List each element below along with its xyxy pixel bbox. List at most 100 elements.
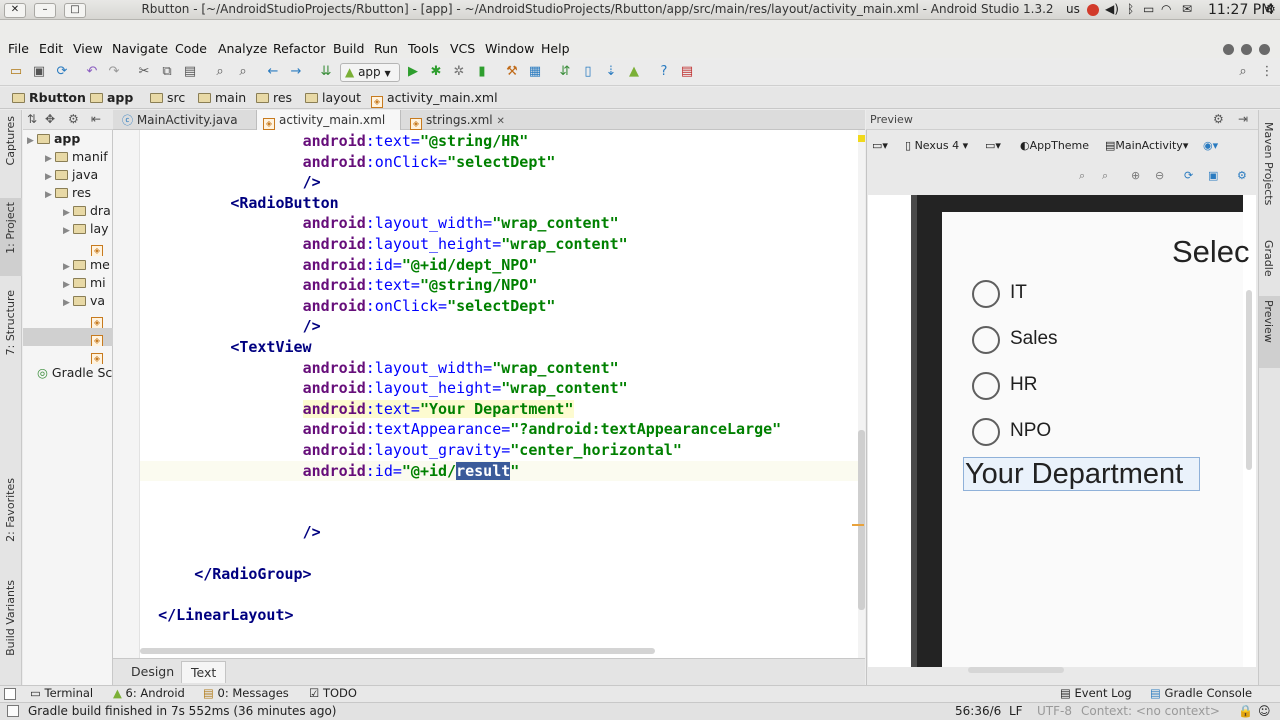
lock-icon[interactable]: 🔒 xyxy=(1238,704,1253,718)
hide-preview-icon[interactable]: ⇥ xyxy=(1238,112,1248,126)
menu-view[interactable]: View xyxy=(73,41,103,56)
debug-icon[interactable]: ✱ xyxy=(427,63,445,81)
menu-window[interactable]: Window xyxy=(485,41,534,56)
find-icon[interactable]: ⌕ xyxy=(211,63,229,81)
line-separator[interactable]: LF xyxy=(1009,704,1023,718)
cut-icon[interactable]: ✂ xyxy=(135,63,153,81)
scroll-thumb[interactable] xyxy=(858,430,865,610)
expand-arrow-icon[interactable]: ▶ xyxy=(63,276,73,292)
tree-item[interactable]: ◈ xyxy=(23,328,113,346)
menu-help[interactable]: Help xyxy=(541,41,570,56)
design-tab[interactable]: Design xyxy=(122,661,183,683)
toolbar-more-icon[interactable]: ⋮ xyxy=(1258,63,1276,81)
gradle-tab[interactable]: Gradle xyxy=(1262,240,1275,277)
menu-code[interactable]: Code xyxy=(175,41,207,56)
file-encoding[interactable]: UTF-8 xyxy=(1037,704,1072,718)
tree-item[interactable]: ▶ app xyxy=(23,130,113,148)
zoom-actual-icon[interactable]: ⌕ xyxy=(1102,166,1108,186)
coverage-icon[interactable]: ▮ xyxy=(473,63,491,81)
attach-debugger-icon[interactable]: ✲ xyxy=(450,63,468,81)
expand-arrow-icon[interactable]: ▶ xyxy=(27,132,37,148)
zoom-in-icon[interactable]: ⊕ xyxy=(1131,166,1140,186)
run-icon[interactable]: ▶ xyxy=(404,63,422,81)
expand-arrow-icon[interactable]: ▶ xyxy=(63,258,73,274)
android-tab[interactable]: ▲ 6: Android xyxy=(113,686,185,701)
context-indicator[interactable]: Context: <no context> xyxy=(1081,704,1220,718)
tree-item[interactable]: ▶ manif xyxy=(23,148,113,166)
mail-icon[interactable]: ✉ xyxy=(1182,2,1192,16)
radio-button[interactable] xyxy=(972,372,1000,400)
make-project-icon[interactable]: ⇊ xyxy=(317,63,335,81)
todo-tab[interactable]: ☑ TODO xyxy=(309,686,357,701)
clock[interactable]: 11:27 PM xyxy=(1208,2,1273,18)
caret-position[interactable]: 56:36/6 xyxy=(955,704,1001,718)
editor-scrollbar[interactable] xyxy=(852,130,865,658)
breadcrumb-src[interactable]: src xyxy=(150,89,185,107)
expand-arrow-icon[interactable]: ▶ xyxy=(45,186,55,202)
settings-gear-icon[interactable]: ⚙ xyxy=(1265,2,1276,16)
breadcrumb-layout[interactable]: layout xyxy=(305,89,361,107)
messages-tab[interactable]: ▤ 0: Messages xyxy=(203,686,289,701)
favorites-tab[interactable]: 2: Favorites xyxy=(4,478,17,542)
collapse-icon[interactable]: ⇅ xyxy=(27,112,37,126)
expand-arrow-icon[interactable]: ▶ xyxy=(45,150,55,166)
breadcrumb-app[interactable]: app xyxy=(90,89,133,107)
menu-vcs[interactable]: VCS xyxy=(450,41,475,56)
window-minimize-dot[interactable] xyxy=(1223,44,1234,55)
breadcrumb-main[interactable]: main xyxy=(198,89,246,107)
warning-marker[interactable] xyxy=(858,135,865,142)
status-toggle-icon[interactable] xyxy=(7,705,19,717)
preview-tab[interactable]: Preview xyxy=(1262,300,1275,343)
android-monitor-icon[interactable]: ▲ xyxy=(625,63,643,81)
expand-arrow-icon[interactable]: ▶ xyxy=(45,168,55,184)
tree-item[interactable]: ▶ mi xyxy=(23,274,113,292)
tree-item[interactable]: ▶ lay xyxy=(23,220,113,238)
run-config-select[interactable]: ▲ app ▼ xyxy=(340,63,400,82)
preview-scroll-thumb[interactable] xyxy=(1246,290,1252,470)
menu-navigate[interactable]: Navigate xyxy=(112,41,168,56)
tree-item[interactable]: ▶ va xyxy=(23,292,113,310)
hide-panel-icon[interactable]: ⇤ xyxy=(91,112,101,126)
keyboard-layout[interactable]: us xyxy=(1066,2,1080,16)
tab-strings[interactable]: ◈ strings.xml ✕ xyxy=(404,110,518,130)
refresh-icon[interactable]: ⟳ xyxy=(1184,166,1193,186)
forward-icon[interactable]: → xyxy=(287,63,305,81)
gradle-console-tab[interactable]: ▤ Gradle Console xyxy=(1150,686,1252,701)
activity-selector[interactable]: ▤MainActivity▾ xyxy=(1105,136,1188,156)
help-icon[interactable]: ? xyxy=(655,63,673,81)
radio-button[interactable] xyxy=(972,280,1000,308)
sdk-manager-icon[interactable]: ⇣ xyxy=(602,63,620,81)
tree-item[interactable]: ◈ xyxy=(23,238,113,256)
project-tab[interactable]: 1: Project xyxy=(4,202,17,254)
bluetooth-icon[interactable]: ᛒ xyxy=(1127,2,1134,16)
radio-button[interactable] xyxy=(972,418,1000,446)
inspector-icon[interactable]: ☺ xyxy=(1258,704,1271,718)
expand-arrow-icon[interactable]: ▶ xyxy=(63,204,73,220)
open-folder-icon[interactable]: ▭ xyxy=(7,63,25,81)
window-maximize-dot[interactable] xyxy=(1241,44,1252,55)
toggle-tool-windows-icon[interactable] xyxy=(4,688,16,700)
volume-icon[interactable]: ◀) xyxy=(1105,2,1119,16)
sync-gradle-icon[interactable]: ⇵ xyxy=(556,63,574,81)
status-message[interactable]: Gradle build finished in 7s 552ms (36 mi… xyxy=(28,704,337,718)
terminal-tab[interactable]: ▭ Terminal xyxy=(30,686,93,701)
build-variants-tab[interactable]: Build Variants xyxy=(4,580,17,656)
tree-item[interactable]: ◈ xyxy=(23,310,113,328)
tab-activity-main[interactable]: ◈activity_main.xml ✕ xyxy=(256,110,401,147)
breadcrumb-res[interactable]: res xyxy=(256,89,292,107)
preview-settings-gear-icon[interactable]: ⚙ xyxy=(1213,112,1224,126)
horizontal-scrollbar[interactable] xyxy=(140,648,655,654)
sync-icon[interactable]: ⟳ xyxy=(53,63,71,81)
menu-run[interactable]: Run xyxy=(374,41,398,56)
tree-item[interactable]: ▶ dra xyxy=(23,202,113,220)
save-icon[interactable]: ▣ xyxy=(30,63,48,81)
window-close-dot[interactable] xyxy=(1259,44,1270,55)
menu-refactor[interactable]: Refactor xyxy=(273,41,325,56)
tree-item[interactable]: ▶ java xyxy=(23,166,113,184)
scroll-from-source-icon[interactable]: ✥ xyxy=(45,112,55,126)
menu-file[interactable]: File xyxy=(8,41,29,56)
battery-icon[interactable]: ▭ xyxy=(1143,2,1154,16)
undo-icon[interactable]: ↶ xyxy=(83,63,101,81)
rendering-options-icon[interactable]: ▭▾ xyxy=(872,136,888,156)
wifi-icon[interactable]: ◠ xyxy=(1161,2,1171,16)
